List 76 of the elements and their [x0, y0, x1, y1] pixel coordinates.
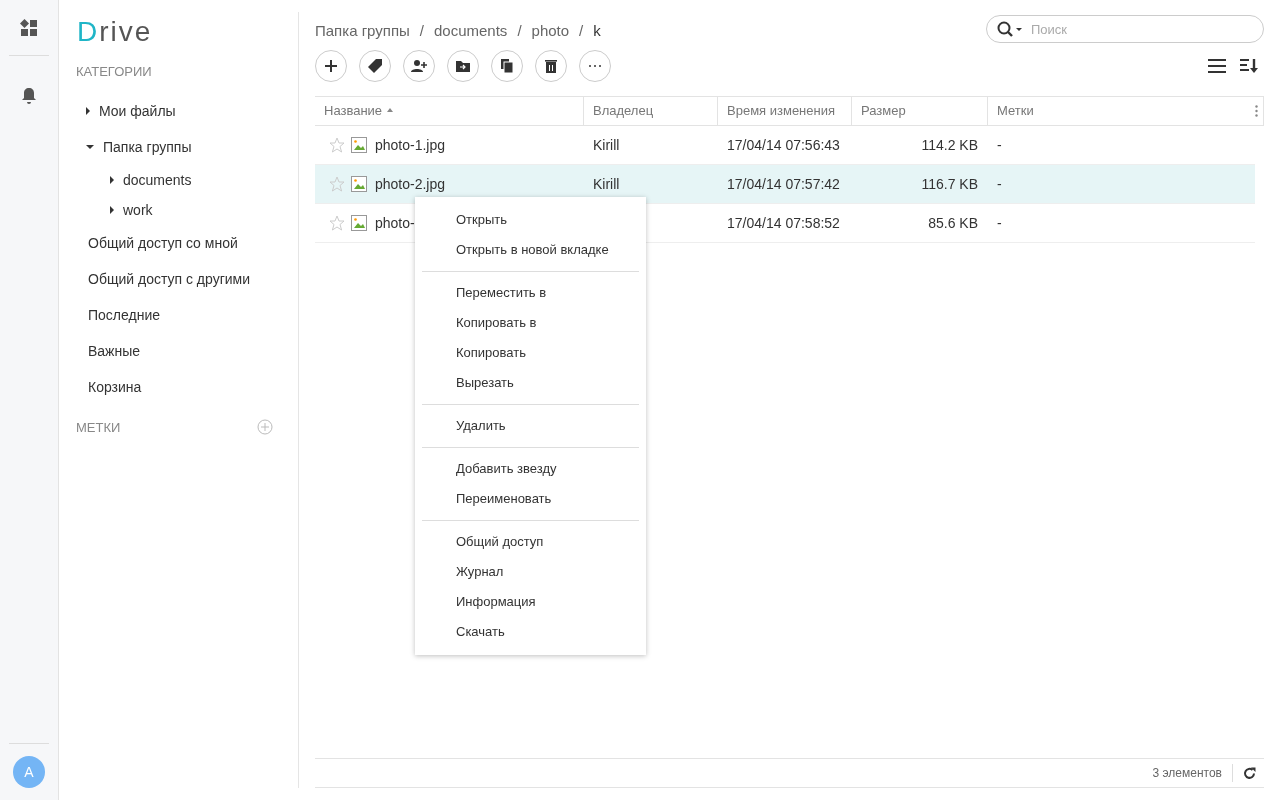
table-cell: Kirill	[593, 176, 620, 192]
sidebar-item[interactable]: Корзина	[76, 369, 142, 405]
folder-move-button[interactable]	[447, 50, 479, 82]
user-add-icon	[411, 58, 427, 74]
section-title: КАТЕГОРИИ	[76, 64, 153, 79]
sidebar-item[interactable]: Важные	[76, 333, 141, 369]
menu-item[interactable]: Скачать	[415, 617, 646, 647]
menu-item[interactable]: Переименовать	[415, 484, 646, 514]
apps-icon[interactable]	[20, 19, 38, 37]
menu-item[interactable]: Журнал	[415, 557, 646, 587]
table-cell: -	[997, 176, 1002, 192]
tree-item[interactable]: Папка группы	[76, 129, 192, 165]
file-name: photo-2.jpg	[375, 176, 446, 192]
menu-item[interactable]: Информация	[415, 587, 646, 617]
sidebar-item[interactable]: Общий доступ с другими	[76, 261, 250, 297]
file-name: photo-	[375, 215, 415, 231]
breadcrumb-link[interactable]: photo	[531, 21, 570, 39]
trash-icon	[543, 58, 559, 74]
table-cell: 17/04/14 07:58:52	[727, 215, 840, 231]
star-icon[interactable]	[329, 176, 345, 192]
menu-item[interactable]: Удалить	[415, 411, 646, 441]
copy-icon	[499, 58, 515, 74]
breadcrumb-link[interactable]: documents	[434, 21, 508, 39]
file-name: photo-1.jpg	[375, 137, 446, 153]
sort-icon[interactable]	[1240, 58, 1258, 74]
column-menu-icon[interactable]	[1255, 105, 1258, 117]
refresh-icon[interactable]	[1243, 766, 1256, 780]
column-header[interactable]: Время изменения	[718, 97, 852, 125]
tag-button[interactable]	[359, 50, 391, 82]
column-header[interactable]: Владелец	[584, 97, 718, 125]
image-file-icon	[351, 176, 367, 192]
search-icon[interactable]	[997, 21, 1023, 37]
table-cell: 17/04/14 07:57:42	[727, 176, 840, 192]
tree-item[interactable]: Мои файлы	[76, 93, 176, 129]
user-add-button[interactable]	[403, 50, 435, 82]
image-file-icon	[351, 137, 367, 153]
table-cell: 17/04/14 07:56:43	[727, 137, 840, 153]
column-header[interactable]: Название	[315, 97, 584, 125]
table-cell: 85.6 KB	[928, 215, 978, 231]
breadcrumb-link[interactable]: Папка группы	[315, 21, 410, 39]
plus-icon	[323, 58, 339, 74]
breadcrumb-separator: /	[579, 21, 584, 39]
table-cell: -	[997, 137, 1002, 153]
tree-item[interactable]: documents	[76, 165, 192, 195]
drive-logo: Drive	[77, 18, 154, 49]
bell-icon[interactable]	[21, 87, 37, 105]
menu-item[interactable]: Копировать	[415, 338, 646, 368]
copy-button[interactable]	[491, 50, 523, 82]
list-view-icon[interactable]	[1208, 59, 1226, 73]
menu-item[interactable]: Копировать в	[415, 308, 646, 338]
table-cell: 114.2 KB	[921, 137, 978, 153]
star-icon[interactable]	[329, 215, 345, 231]
sidebar-item[interactable]: Последние	[76, 297, 160, 333]
table-cell: -	[997, 215, 1002, 231]
menu-item[interactable]: Вырезать	[415, 368, 646, 398]
table-cell: 116.7 KB	[921, 176, 978, 192]
tree-item[interactable]: work	[76, 195, 153, 225]
sidebar-item[interactable]: Общий доступ со мной	[76, 225, 238, 261]
breadcrumb-separator: /	[419, 21, 424, 39]
menu-item[interactable]: Общий доступ	[415, 527, 646, 557]
plus-button[interactable]	[315, 50, 347, 82]
menu-item[interactable]: Переместить в	[415, 278, 646, 308]
star-icon[interactable]	[329, 137, 345, 153]
folder-move-icon	[455, 58, 471, 74]
image-file-icon	[351, 215, 367, 231]
tag-icon	[367, 58, 383, 74]
section-title: МЕТКИ	[76, 419, 121, 435]
item-count: 3 элементов	[1152, 766, 1222, 780]
file-row[interactable]: photo-2.jpg Kirill 17/04/14 07:57:42 116.7 KB -	[315, 165, 1255, 204]
menu-item[interactable]: Добавить звезду	[415, 454, 646, 484]
menu-item[interactable]: Открыть	[415, 205, 646, 235]
breadcrumb-link[interactable]: k	[593, 21, 601, 39]
table-cell: Kirill	[593, 137, 620, 153]
breadcrumb-separator: /	[517, 21, 522, 39]
column-header[interactable]: Размер	[852, 97, 988, 125]
trash-button[interactable]	[535, 50, 567, 82]
